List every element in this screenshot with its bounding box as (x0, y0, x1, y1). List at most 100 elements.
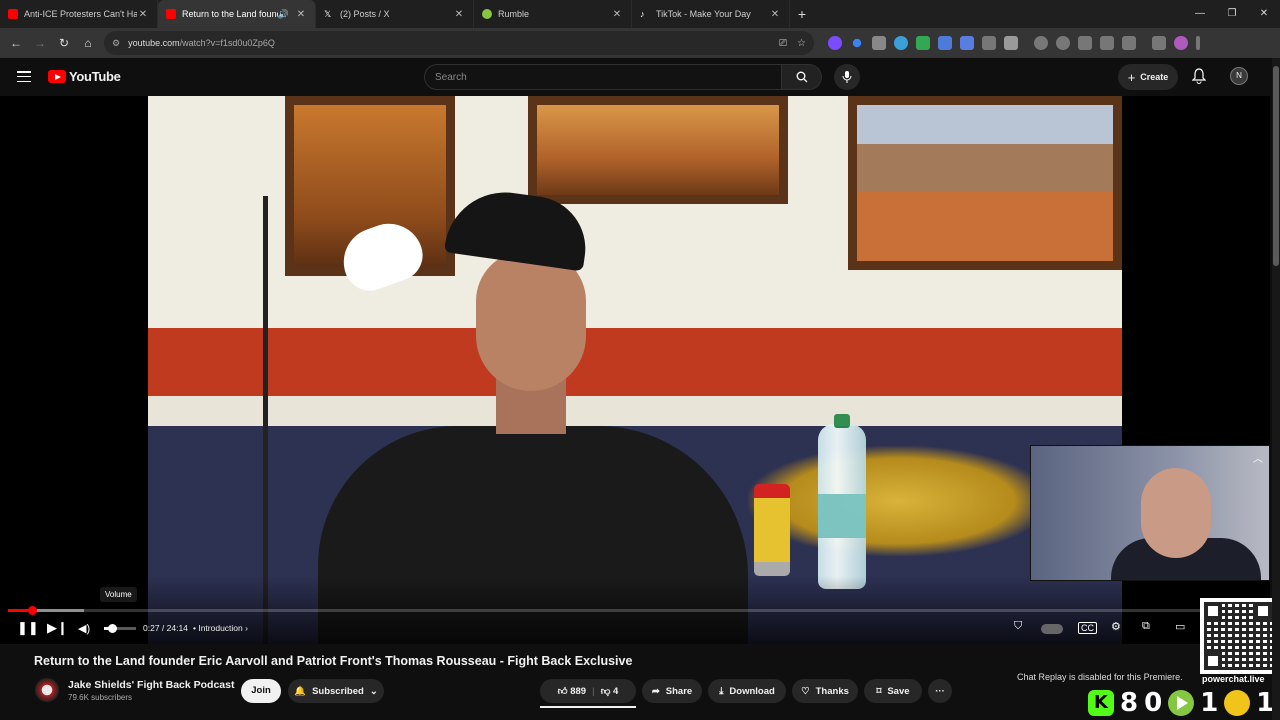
extension-icon[interactable] (828, 36, 842, 50)
chapter-title: Introduction (198, 623, 243, 633)
divider: | (592, 685, 595, 697)
browser-tab[interactable]: Anti-ICE Protesters Can't Handl ✕ (0, 0, 158, 28)
volume-icon[interactable]: ◀) (78, 622, 90, 635)
search-button[interactable] (782, 64, 822, 90)
address-bar[interactable]: ⚙ youtube.com/watch?v=f1sd0u0Zp6Q ⎚ ☆ (104, 31, 814, 55)
extension-icon[interactable] (872, 36, 886, 50)
download-button[interactable]: ⤓ Download (708, 679, 786, 703)
extension-icon[interactable] (1056, 36, 1070, 50)
youtube-logo[interactable]: YouTube (48, 69, 121, 84)
shield-icon[interactable]: ⛉ (1014, 620, 1022, 633)
volume-tooltip: Volume (100, 587, 137, 602)
channel-avatar[interactable] (35, 678, 59, 702)
notifications-button[interactable] (1191, 68, 1207, 89)
dislike-button[interactable]: 👎︎ 4 (601, 685, 619, 697)
url-path: /watch?v=f1sd0u0Zp6Q (179, 38, 275, 48)
reload-icon[interactable]: ↻ (52, 36, 76, 50)
cast-icon[interactable]: ⎚ (779, 38, 787, 49)
join-button[interactable]: Join (241, 679, 281, 703)
close-tab-icon[interactable]: ✕ (453, 9, 465, 20)
autoplay-toggle[interactable] (1041, 624, 1063, 634)
chevron-up-icon[interactable]: ︿ (1253, 450, 1263, 465)
logo-text: YouTube (69, 69, 121, 84)
volume-handle[interactable] (108, 624, 117, 633)
thumbs-down-icon: 👎︎ (600, 686, 611, 697)
channel-name[interactable]: Jake Shields' Fight Back Podcast (68, 679, 234, 691)
forward-icon[interactable]: → (28, 36, 52, 50)
rumble-count: 1 (1200, 688, 1219, 718)
page-scrollbar[interactable] (1272, 58, 1280, 720)
extension-icon[interactable] (894, 36, 908, 50)
thanks-button[interactable]: ♡ Thanks (792, 679, 858, 703)
menu-kebab-icon[interactable] (1196, 36, 1200, 50)
bookmark-star-icon[interactable]: ☆ (797, 38, 806, 49)
extension-icon[interactable] (938, 36, 952, 50)
powerchat-label: powerchat.live (1202, 674, 1265, 684)
devtools-icon[interactable] (1078, 36, 1092, 50)
captions-icon[interactable]: CC (1078, 622, 1097, 634)
close-tab-icon[interactable]: ✕ (137, 9, 149, 20)
miniplayer-icon[interactable]: ⧉ (1142, 620, 1150, 633)
thanks-label: Thanks (815, 685, 849, 697)
close-tab-icon[interactable]: ✕ (769, 9, 781, 20)
share-icon: ➦ (651, 685, 660, 697)
next-video-icon[interactable]: ▶❙ (47, 620, 68, 636)
create-button[interactable]: + Create (1118, 64, 1178, 90)
account-avatar[interactable]: N (1230, 67, 1248, 85)
bookmark-icon: ⌑ (876, 685, 882, 697)
minimize-icon[interactable]: — (1184, 0, 1216, 28)
volume-slider[interactable] (104, 624, 136, 633)
extension-icon[interactable] (960, 36, 974, 50)
hamburger-menu-icon[interactable] (17, 71, 31, 82)
profile-icon[interactable] (1174, 36, 1188, 50)
thanks-icon: ♡ (801, 685, 810, 697)
extension-icon[interactable] (982, 36, 996, 50)
browser-tab[interactable]: ♪ TikTok - Make Your Day ✕ (632, 0, 790, 28)
speaker-icon[interactable]: 🔊 (278, 9, 289, 20)
scrubber-handle[interactable] (27, 606, 37, 615)
kick-count-digit: 0 (1144, 688, 1163, 718)
microphone-icon (842, 71, 852, 83)
browser-tab[interactable]: 𝕏 (2) Posts / X ✕ (316, 0, 474, 28)
back-icon[interactable]: ← (4, 36, 28, 50)
yellow-platform-logo-icon (1224, 690, 1251, 716)
home-icon[interactable]: ⌂ (76, 36, 100, 50)
drink-can (754, 484, 790, 576)
sidebar-icon[interactable] (1100, 36, 1114, 50)
settings-gear-icon[interactable]: ⚙ (1111, 620, 1121, 633)
save-button[interactable]: ⌑ Save (864, 679, 922, 703)
puzzle-icon[interactable] (1004, 36, 1018, 50)
close-tab-icon[interactable]: ✕ (611, 9, 623, 20)
share-button[interactable]: ➦ Share (642, 679, 702, 703)
video-player[interactable]: ︿ (0, 96, 1270, 644)
rumble-favicon-icon (482, 9, 492, 19)
extension-icon[interactable] (916, 36, 930, 50)
reading-list-icon[interactable] (1152, 36, 1166, 50)
scrollbar-thumb[interactable] (1273, 66, 1279, 266)
site-info-icon[interactable]: ⚙ (112, 38, 120, 49)
extension-icon[interactable] (1122, 36, 1136, 50)
search-input[interactable]: Search (424, 64, 782, 90)
browser-tab-active[interactable]: Return to the Land founder 🔊 ✕ (158, 0, 316, 28)
youtube-favicon-icon (166, 9, 176, 19)
seek-bar[interactable] (8, 606, 1272, 615)
close-window-icon[interactable]: ✕ (1248, 0, 1280, 28)
pause-icon[interactable]: ❚❚ (17, 620, 39, 636)
close-tab-icon[interactable]: ✕ (295, 9, 307, 20)
restore-icon[interactable]: ❐ (1216, 0, 1248, 28)
save-label: Save (887, 685, 910, 697)
more-actions-button[interactable]: ··· (928, 679, 952, 703)
subscribed-button[interactable]: 🔔 Subscribed ⌄ (288, 679, 384, 703)
new-tab-icon[interactable]: + (790, 6, 814, 22)
tab-title: Anti-ICE Protesters Can't Handl (24, 9, 137, 19)
extension-icon[interactable] (852, 38, 862, 48)
theater-mode-icon[interactable]: ▭ (1175, 620, 1185, 633)
browser-tab[interactable]: Rumble ✕ (474, 0, 632, 28)
voice-search-button[interactable] (834, 64, 860, 90)
like-button[interactable]: 👍︎ 889 (558, 685, 586, 697)
kick-logo-icon: K (1088, 690, 1114, 716)
more-horizontal-icon: ··· (935, 685, 945, 697)
chapter-button[interactable]: • Introduction › (193, 623, 248, 633)
wall-stripe-white (148, 396, 1122, 426)
history-icon[interactable] (1034, 36, 1048, 50)
